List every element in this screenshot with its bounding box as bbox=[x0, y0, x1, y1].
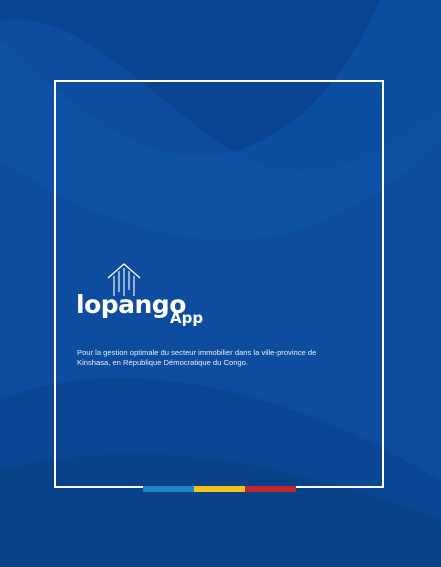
tagline: Pour la gestion optimale du secteur immo… bbox=[77, 348, 367, 368]
stripe-red bbox=[245, 486, 296, 492]
tagline-line-2: Kinshasa, en République Démocratique du … bbox=[77, 357, 248, 367]
stripe-blue bbox=[143, 486, 194, 492]
tagline-line-1: Pour la gestion optimale du secteur immo… bbox=[77, 348, 317, 357]
stripe-yellow bbox=[194, 486, 245, 492]
lopango-logo: lopango App bbox=[76, 262, 206, 334]
logo-suffix: App bbox=[170, 309, 204, 327]
